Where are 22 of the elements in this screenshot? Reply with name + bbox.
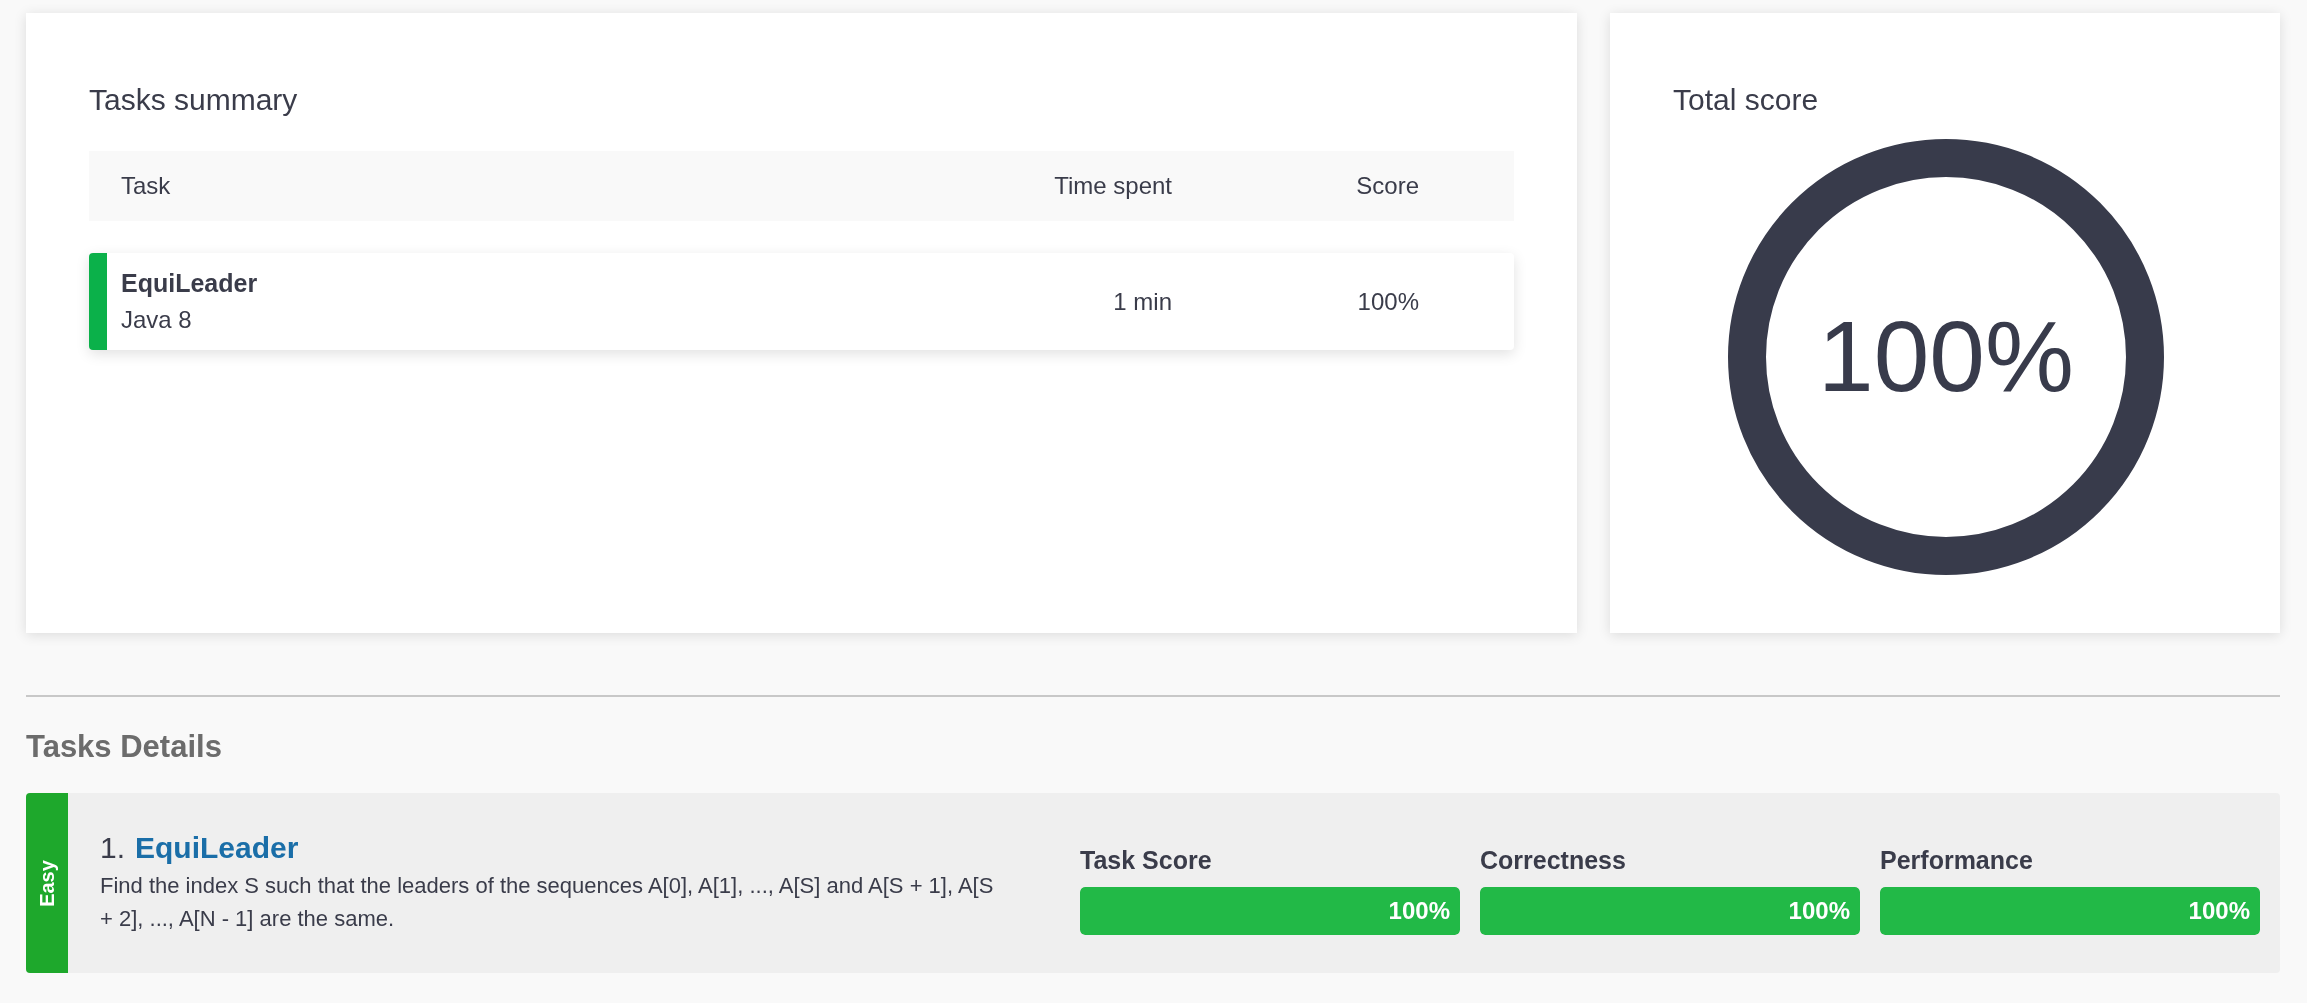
difficulty-label: Easy bbox=[26, 793, 68, 973]
total-score-value: 100% bbox=[1818, 300, 2074, 412]
time-spent: 1 min bbox=[1112, 287, 1172, 316]
task-score: 100% bbox=[1356, 287, 1420, 316]
column-header: Score bbox=[1355, 172, 1420, 200]
task-name: EquiLeader bbox=[121, 269, 259, 298]
metric-label: Task Score bbox=[1080, 845, 1213, 875]
section-title: Tasks Details bbox=[26, 729, 222, 765]
task-language: Java 8 bbox=[121, 306, 193, 334]
card-title: Total score bbox=[1673, 83, 1819, 117]
metric-value: 100% bbox=[1788, 896, 1851, 925]
metric-label: Performance bbox=[1880, 845, 2034, 875]
card-title: Tasks summary bbox=[89, 83, 298, 117]
metric-label: Correctness bbox=[1480, 845, 1627, 875]
task-description: Find the index S such that the leaders of the sequences A[0], A[1], ..., A[S] and A[S + 1], A[S + 2], ..., A[N - 1] are the same. bbox=[100, 872, 995, 933]
task-number: 1. bbox=[100, 831, 126, 865]
metric-value: 100% bbox=[2188, 896, 2251, 925]
column-header: Time spent bbox=[1053, 172, 1172, 200]
task-link[interactable]: EquiLeader bbox=[135, 831, 299, 865]
column-header: Task bbox=[121, 172, 172, 200]
metric-value: 100% bbox=[1388, 896, 1451, 925]
task-row[interactable]: EquiLeader Java 8 1 min 100% bbox=[89, 253, 1514, 350]
